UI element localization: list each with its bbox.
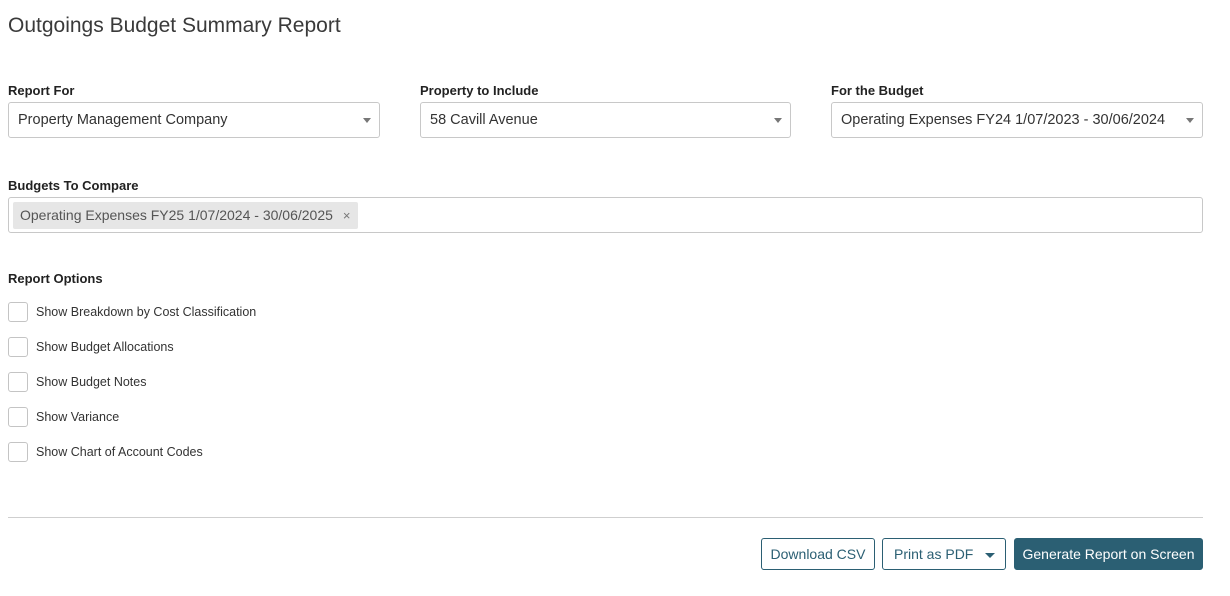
compare-chip-label: Operating Expenses FY25 1/07/2024 - 30/0… <box>20 207 333 223</box>
budget-label: For the Budget <box>831 83 924 98</box>
compare-label: Budgets To Compare <box>8 178 139 193</box>
checkbox-breakdown[interactable] <box>8 302 28 322</box>
print-pdf-button[interactable]: Print as PDF <box>882 538 1006 570</box>
option-breakdown[interactable]: Show Breakdown by Cost Classification <box>8 302 256 322</box>
chevron-down-icon <box>1186 118 1194 123</box>
option-notes[interactable]: Show Budget Notes <box>8 372 147 392</box>
option-label: Show Budget Allocations <box>36 340 174 354</box>
compare-multiselect[interactable]: Operating Expenses FY25 1/07/2024 - 30/0… <box>8 197 1203 233</box>
download-csv-button[interactable]: Download CSV <box>761 538 875 570</box>
chevron-down-icon <box>774 118 782 123</box>
page-title: Outgoings Budget Summary Report <box>8 14 341 37</box>
close-icon[interactable]: × <box>343 208 351 223</box>
checkbox-notes[interactable] <box>8 372 28 392</box>
option-allocations[interactable]: Show Budget Allocations <box>8 337 174 357</box>
generate-report-button[interactable]: Generate Report on Screen <box>1014 538 1203 570</box>
report-for-value: Property Management Company <box>18 112 228 128</box>
option-variance[interactable]: Show Variance <box>8 407 119 427</box>
property-value: 58 Cavill Avenue <box>430 112 538 128</box>
chevron-down-icon[interactable] <box>985 553 995 558</box>
option-label: Show Budget Notes <box>36 375 147 389</box>
report-for-select[interactable]: Property Management Company <box>8 102 380 138</box>
property-select[interactable]: 58 Cavill Avenue <box>420 102 791 138</box>
property-label: Property to Include <box>420 83 539 98</box>
checkbox-allocations[interactable] <box>8 337 28 357</box>
chevron-down-icon <box>363 118 371 123</box>
divider <box>8 517 1203 518</box>
option-label: Show Variance <box>36 410 120 424</box>
checkbox-variance[interactable] <box>8 407 28 427</box>
budget-value: Operating Expenses FY24 1/07/2023 - 30/0… <box>841 112 1166 128</box>
option-label: Show Chart of Account Codes <box>36 445 203 459</box>
checkbox-account-codes[interactable] <box>8 442 28 462</box>
report-for-label: Report For <box>8 83 75 98</box>
option-account-codes[interactable]: Show Chart of Account Codes <box>8 442 203 462</box>
option-label: Show Breakdown by Cost Classification <box>36 305 257 319</box>
options-label: Report Options <box>8 271 103 286</box>
compare-chip: Operating Expenses FY25 1/07/2024 - 30/0… <box>13 201 359 229</box>
print-pdf-label: Print as PDF <box>894 546 974 562</box>
budget-select[interactable]: Operating Expenses FY24 1/07/2023 - 30/0… <box>831 102 1203 138</box>
